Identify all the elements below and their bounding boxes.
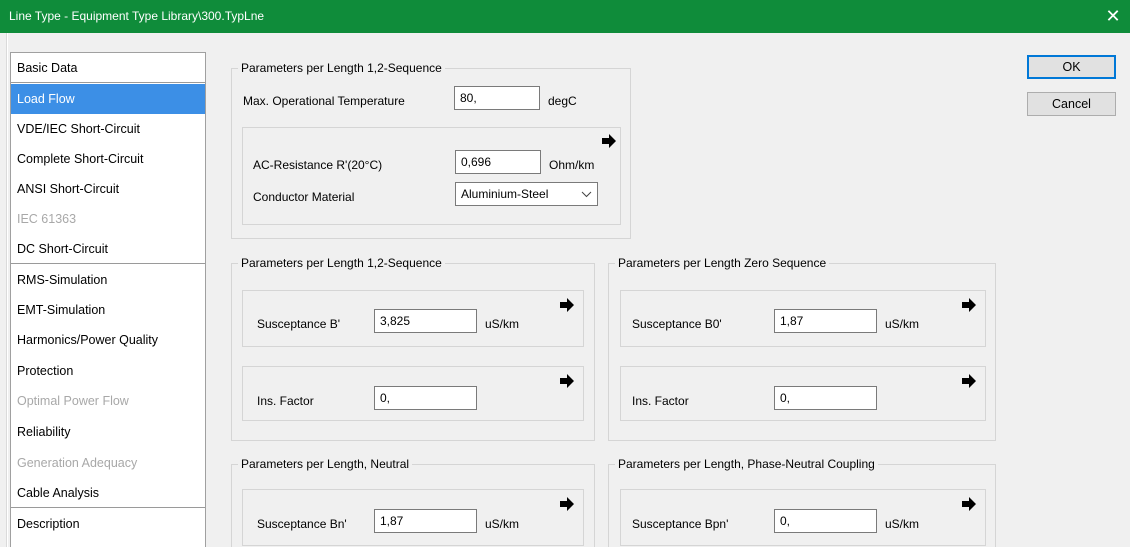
- arrow-right-icon[interactable]: [557, 494, 577, 514]
- group-neutral: Parameters per Length, Neutral Susceptan…: [231, 457, 595, 547]
- susceptance-neutral-subgroup: Susceptance Bn' 1,87 uS/km: [242, 489, 584, 546]
- page-navigation: Basic Data Load Flow VDE/IEC Short-Circu…: [10, 52, 206, 547]
- nav-item-vde-iec-short-circuit[interactable]: VDE/IEC Short-Circuit: [11, 114, 205, 144]
- arrow-right-icon[interactable]: [959, 295, 979, 315]
- group-title: Parameters per Length 1,2-Sequence: [238, 256, 445, 270]
- susceptance-bpn-input[interactable]: 0,: [774, 509, 877, 533]
- title-bar: Line Type - Equipment Type Library\300.T…: [0, 0, 1130, 33]
- ins-factor-label: Ins. Factor: [257, 394, 314, 408]
- susceptance-bn-unit: uS/km: [485, 517, 520, 531]
- group-zero-sequence: Parameters per Length Zero Sequence Susc…: [608, 256, 996, 441]
- nav-item-harmonics-power-quality[interactable]: Harmonics/Power Quality: [11, 325, 205, 355]
- ins-factor-zero-input[interactable]: 0,: [774, 386, 877, 410]
- ins-factor-zero-label: Ins. Factor: [632, 394, 689, 408]
- arrow-right-icon[interactable]: [557, 295, 577, 315]
- susceptance-bn-label: Susceptance Bn': [257, 517, 347, 531]
- conductor-material-value: Aluminium-Steel: [461, 187, 549, 201]
- susceptance-bn-input[interactable]: 1,87: [374, 509, 477, 533]
- nav-item-cable-analysis[interactable]: Cable Analysis: [11, 478, 205, 508]
- susceptance-b0-unit: uS/km: [885, 317, 920, 331]
- close-icon[interactable]: ✕: [1102, 4, 1124, 28]
- group-title: Parameters per Length, Neutral: [238, 457, 413, 471]
- nav-item-rms-simulation[interactable]: RMS-Simulation: [11, 265, 205, 295]
- ok-button[interactable]: OK: [1027, 55, 1116, 79]
- nav-item-protection[interactable]: Protection: [11, 356, 205, 386]
- susceptance-zero-subgroup: Susceptance B0' 1,87 uS/km: [620, 290, 986, 347]
- ac-resistance-label: AC-Resistance R'(20°C): [253, 158, 383, 172]
- nav-item-ansi-short-circuit[interactable]: ANSI Short-Circuit: [11, 174, 205, 204]
- window-title: Line Type - Equipment Type Library\300.T…: [9, 9, 265, 23]
- arrow-right-icon[interactable]: [959, 494, 979, 514]
- susceptance-b-unit: uS/km: [485, 317, 520, 331]
- conductor-material-label: Conductor Material: [253, 190, 355, 204]
- nav-item-optimal-power-flow: Optimal Power Flow: [17, 394, 129, 408]
- chevron-down-icon: [581, 191, 592, 198]
- susceptance-b0-label: Susceptance B0': [632, 317, 722, 331]
- susceptance-b-label: Susceptance B': [257, 317, 341, 331]
- ac-resistance-unit: Ohm/km: [549, 158, 595, 172]
- nav-item-generation-adequacy: Generation Adequacy: [17, 456, 138, 470]
- nav-item-iec-61363: IEC 61363: [17, 212, 77, 226]
- group-title: Parameters per Length Zero Sequence: [615, 256, 830, 270]
- susceptance-b0-input[interactable]: 1,87: [774, 309, 877, 333]
- nav-item-basic-data[interactable]: Basic Data: [11, 53, 205, 83]
- susceptance-subgroup: Susceptance B' 3,825 uS/km: [242, 290, 584, 347]
- cancel-button[interactable]: Cancel: [1027, 92, 1116, 116]
- group-positive-sequence-susceptance: Parameters per Length 1,2-Sequence Susce…: [231, 256, 595, 441]
- ac-resistance-input[interactable]: 0,696: [455, 150, 541, 174]
- conductor-material-select[interactable]: Aluminium-Steel: [455, 182, 598, 206]
- nav-item-description[interactable]: Description: [11, 509, 205, 539]
- arrow-right-icon[interactable]: [557, 371, 577, 391]
- susceptance-b-input[interactable]: 3,825: [374, 309, 477, 333]
- group-title: Parameters per Length 1,2-Sequence: [238, 61, 445, 75]
- max-temperature-unit: degC: [548, 94, 577, 108]
- susceptance-bpn-unit: uS/km: [885, 517, 920, 531]
- susceptance-bpn-label: Susceptance Bpn': [632, 517, 729, 531]
- max-temperature-label: Max. Operational Temperature: [243, 94, 405, 108]
- nav-item-emt-simulation[interactable]: EMT-Simulation: [11, 295, 205, 325]
- dialog-frame: [6, 33, 8, 547]
- nav-item-reliability[interactable]: Reliability: [11, 417, 205, 447]
- max-temperature-input[interactable]: 80,: [454, 86, 540, 110]
- arrow-right-icon[interactable]: [599, 131, 619, 151]
- ins-factor-input[interactable]: 0,: [374, 386, 477, 410]
- susceptance-coupling-subgroup: Susceptance Bpn' 0, uS/km: [620, 489, 986, 546]
- resistance-subgroup: AC-Resistance R'(20°C) 0,696 Ohm/km Cond…: [242, 127, 621, 225]
- group-title: Parameters per Length, Phase-Neutral Cou…: [615, 457, 878, 471]
- ins-factor-zero-subgroup: Ins. Factor 0,: [620, 366, 986, 421]
- nav-item-load-flow[interactable]: Load Flow: [11, 84, 205, 114]
- nav-item-complete-short-circuit[interactable]: Complete Short-Circuit: [11, 144, 205, 174]
- nav-item-dc-short-circuit[interactable]: DC Short-Circuit: [11, 234, 205, 264]
- arrow-right-icon[interactable]: [959, 371, 979, 391]
- group-phase-neutral-coupling: Parameters per Length, Phase-Neutral Cou…: [608, 457, 996, 547]
- group-positive-sequence-loadflow: Parameters per Length 1,2-Sequence Max. …: [231, 61, 631, 239]
- ins-factor-subgroup: Ins. Factor 0,: [242, 366, 584, 421]
